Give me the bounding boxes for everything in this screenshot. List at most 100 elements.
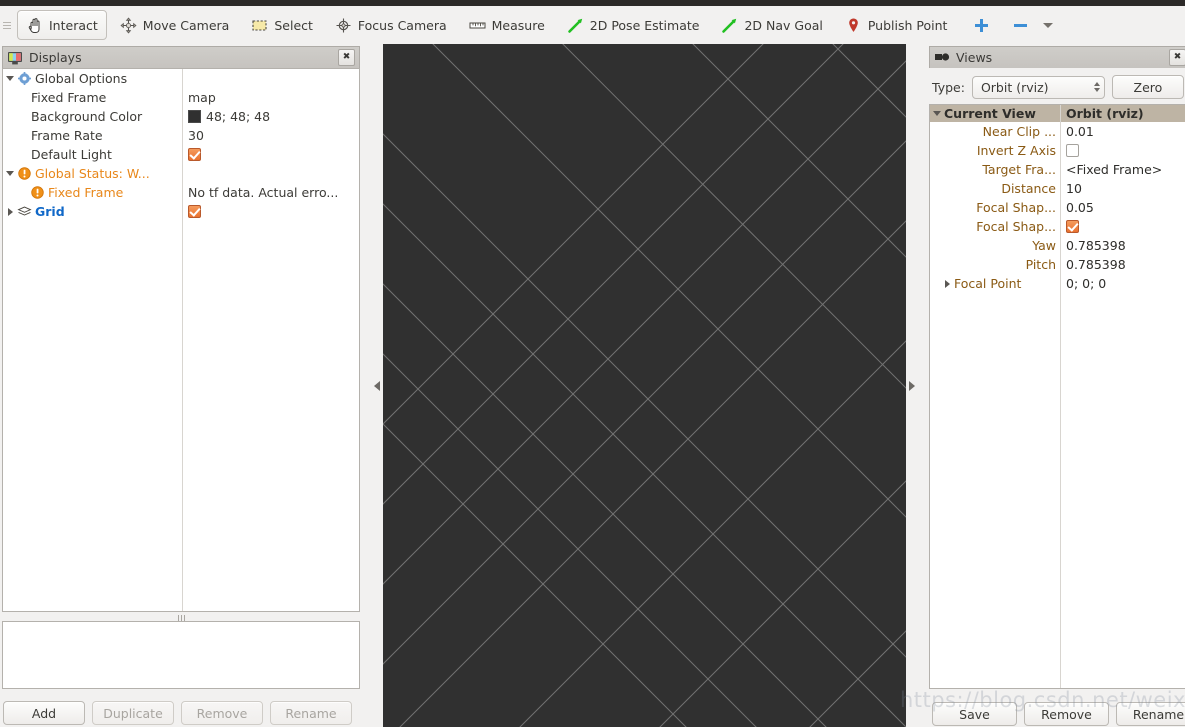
save-button[interactable]: Save <box>932 702 1017 726</box>
minus-icon <box>1012 17 1029 34</box>
views-column-divider[interactable] <box>1060 105 1061 688</box>
views-rename-button[interactable]: Rename <box>1116 702 1185 726</box>
views-row-value[interactable]: 0.01 <box>1060 124 1185 139</box>
tool-focus-camera[interactable]: Focus Camera <box>326 10 456 40</box>
main-toolbar: Interact Move Camera Select Focus Camera… <box>0 6 1185 44</box>
twisty-expanded-icon[interactable] <box>3 76 17 81</box>
remove-button[interactable]: Remove <box>181 701 263 725</box>
tool-2d-nav-goal[interactable]: 2D Nav Goal <box>712 10 831 40</box>
twisty-collapsed-icon[interactable] <box>940 279 954 288</box>
views-row-value[interactable]: 0.785398 <box>1060 238 1185 253</box>
tree-row-global-options[interactable]: Global Options <box>3 69 359 88</box>
views-remove-button[interactable]: Remove <box>1024 702 1109 726</box>
views-row-value[interactable]: 0; 0; 0 <box>1060 276 1185 291</box>
tool-2d-pose-estimate[interactable]: 2D Pose Estimate <box>558 10 709 40</box>
displays-tree[interactable]: Global Options Fixed Frame map Backgroun… <box>2 68 360 612</box>
twisty-expanded-icon[interactable] <box>930 111 944 116</box>
views-row-label: Invert Z Axis <box>976 143 1056 158</box>
checkbox-checked[interactable] <box>188 148 201 161</box>
views-row-label: Distance <box>1001 181 1056 196</box>
tree-value-grid-enabled[interactable] <box>182 202 359 221</box>
tree-row-fixed-frame[interactable]: Fixed Frame map <box>3 88 359 107</box>
tool-publish-point[interactable]: Publish Point <box>836 10 957 40</box>
tree-row-default-light[interactable]: Default Light <box>3 145 359 164</box>
views-row-value[interactable]: <Fixed Frame> <box>1060 162 1185 177</box>
grid-render <box>383 44 906 727</box>
left-panel-collapse-handle[interactable] <box>371 44 383 727</box>
checkbox-checked[interactable] <box>1066 220 1079 233</box>
tree-row-frame-rate[interactable]: Frame Rate 30 <box>3 126 359 145</box>
tree-value-status-message[interactable]: No tf data. Actual erro... <box>182 183 359 202</box>
triangle-right-icon[interactable] <box>909 380 915 391</box>
spinner-arrows-icon[interactable] <box>1093 82 1100 92</box>
tool-interact[interactable]: Interact <box>17 10 107 40</box>
tool-measure[interactable]: Measure <box>460 10 554 40</box>
tool-focus-camera-label: Focus Camera <box>357 17 447 33</box>
checkbox-checked[interactable] <box>188 205 201 218</box>
tree-value-background-color[interactable]: 48; 48; 48 <box>182 107 359 126</box>
tree-label: Grid <box>35 204 65 219</box>
move-camera-icon <box>120 16 137 34</box>
tree-value[interactable] <box>182 164 359 183</box>
tool-move-camera-label: Move Camera <box>142 17 230 33</box>
views-tree-header: Current View Orbit (rviz) <box>930 105 1185 122</box>
close-icon[interactable]: ✖ <box>1169 49 1185 66</box>
twisty-collapsed-icon[interactable] <box>3 207 17 216</box>
views-type-bar: Type: Orbit (rviz) Zero <box>929 72 1185 102</box>
duplicate-button[interactable]: Duplicate <box>92 701 174 725</box>
tree-row-background-color[interactable]: Background Color 48; 48; 48 <box>3 107 359 126</box>
hand-cursor-icon <box>26 17 43 34</box>
tree-value[interactable] <box>182 69 359 88</box>
views-row-pitch[interactable]: Pitch 0.785398 <box>930 255 1185 274</box>
triangle-left-icon[interactable] <box>374 380 380 391</box>
add-tool-button[interactable] <box>964 10 999 40</box>
views-row-value[interactable]: 0.05 <box>1060 200 1185 215</box>
views-row-near-clip[interactable]: Near Clip ... 0.01 <box>930 122 1185 141</box>
views-row-distance[interactable]: Distance 10 <box>930 179 1185 198</box>
views-row-focal-shape-fixed[interactable]: Focal Shap... <box>930 217 1185 236</box>
tree-value-default-light[interactable] <box>182 145 359 164</box>
views-header-col1: Current View <box>944 106 1036 121</box>
right-panel-collapse-handle[interactable] <box>906 44 918 727</box>
camera-icon <box>934 51 950 65</box>
tree-row-global-status[interactable]: Global Status: W... <box>3 164 359 183</box>
views-row-value[interactable] <box>1060 220 1185 233</box>
tool-interact-label: Interact <box>49 17 98 33</box>
tree-value-frame-rate[interactable]: 30 <box>182 126 359 145</box>
views-row-label: Focal Shap... <box>976 200 1056 215</box>
views-row-target-frame[interactable]: Target Fra... <Fixed Frame> <box>930 160 1185 179</box>
toolbar-drag-handle[interactable] <box>3 15 13 35</box>
close-icon[interactable]: ✖ <box>338 49 355 66</box>
zero-button[interactable]: Zero <box>1111 75 1184 99</box>
views-row-yaw[interactable]: Yaw 0.785398 <box>930 236 1185 255</box>
tree-value-fixed-frame[interactable]: map <box>182 88 359 107</box>
checkbox-unchecked[interactable] <box>1066 144 1079 157</box>
displays-panel-title: Displays <box>29 50 82 65</box>
monitor-icon <box>7 50 23 66</box>
chevron-down-icon[interactable] <box>1043 22 1054 28</box>
tool-select[interactable]: Select <box>242 10 322 40</box>
views-tree[interactable]: Current View Orbit (rviz) Near Clip ... … <box>929 104 1185 689</box>
views-row-focal-point[interactable]: Focal Point 0; 0; 0 <box>930 274 1185 293</box>
add-button[interactable]: Add <box>3 701 85 725</box>
displays-button-row: Add Duplicate Remove Rename <box>3 701 352 725</box>
views-row-value[interactable]: 10 <box>1060 181 1185 196</box>
views-row-invert-z-axis[interactable]: Invert Z Axis <box>930 141 1185 160</box>
remove-tool-button[interactable] <box>1003 10 1062 40</box>
views-row-label: Pitch <box>1025 257 1056 272</box>
views-row-value[interactable]: 0.785398 <box>1060 257 1185 272</box>
twisty-expanded-icon[interactable] <box>3 171 17 176</box>
tool-move-camera[interactable]: Move Camera <box>111 10 239 40</box>
tree-row-status-fixed-frame[interactable]: Fixed Frame No tf data. Actual erro... <box>3 183 359 202</box>
rename-button[interactable]: Rename <box>270 701 352 725</box>
tree-row-grid[interactable]: Grid <box>3 202 359 221</box>
view-type-select[interactable]: Orbit (rviz) <box>971 75 1105 99</box>
views-row-focal-shape-size[interactable]: Focal Shap... 0.05 <box>930 198 1185 217</box>
displays-description-box <box>2 621 360 689</box>
displays-panel-titlebar: Displays ✖ <box>2 46 360 68</box>
views-row-label: Focal Point <box>930 276 1060 291</box>
tool-publish-point-label: Publish Point <box>867 17 948 33</box>
views-row-value[interactable] <box>1060 144 1185 157</box>
ruler-icon <box>469 17 486 34</box>
3d-render-viewport[interactable] <box>383 44 906 727</box>
